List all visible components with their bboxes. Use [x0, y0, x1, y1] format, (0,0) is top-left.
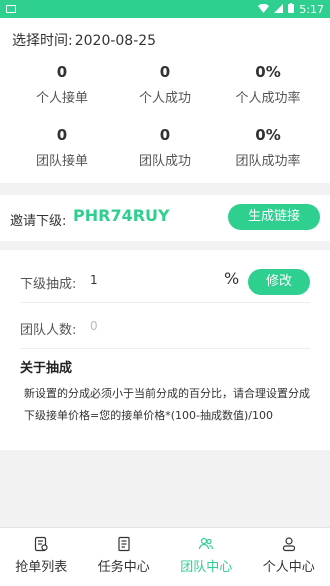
team-count-value: 0 — [90, 319, 98, 333]
tab-team-center[interactable]: 团队中心 — [165, 528, 248, 586]
commission-row: 下级抽成: 1 % 修改 — [20, 260, 310, 303]
about-commission-text: 新设置的分成必须小于当前分成的百分比，请合理设置分成 下级接单价格=您的接单价格… — [24, 386, 314, 430]
stat-label: 团队成功 — [138, 154, 191, 169]
person-icon — [282, 537, 295, 552]
stat-value: 0% — [255, 63, 281, 81]
status-bar: 5:17 — [0, 0, 330, 18]
modify-button[interactable]: 修改 — [248, 269, 310, 295]
task-document-icon — [118, 536, 130, 552]
invite-code: PHR74RUY — [73, 206, 170, 225]
invite-panel: 邀请下级: PHR74RUY 生成链接 — [0, 195, 330, 241]
commission-label: 下级抽成: — [20, 277, 77, 292]
stat-label: 个人成功 — [138, 91, 191, 106]
team-success-stat: 0 团队成功 — [115, 126, 215, 169]
tab-personal-center[interactable]: 个人中心 — [248, 528, 330, 586]
personal-orders-stat: 0 个人接单 — [12, 63, 112, 106]
date-label: 选择时间: — [12, 33, 73, 49]
stat-label: 个人成功率 — [235, 91, 301, 106]
tab-order-list[interactable]: 抢单列表 — [0, 528, 83, 586]
date-selector[interactable]: 选择时间: 2020-08-25 — [10, 30, 156, 50]
commission-input[interactable]: 1 — [90, 273, 98, 287]
team-orders-stat: 0 团队接单 — [12, 126, 112, 169]
about-line-2: 下级接单价格=您的接单价格*(100-抽成数值)/100 — [24, 409, 273, 422]
stat-value: 0 — [159, 63, 171, 81]
bottom-tab-bar: 抢单列表 任务中心 团队中心 个人中心 — [0, 527, 330, 586]
wifi-icon — [258, 3, 270, 16]
order-list-icon — [35, 536, 48, 552]
percent-sign: % — [224, 269, 240, 288]
team-success-rate-stat: 0% 团队成功率 — [218, 126, 318, 169]
stat-label: 团队成功率 — [235, 154, 301, 169]
battery-icon — [288, 2, 295, 16]
stat-value: 0 — [56, 126, 68, 144]
gallery-notification-icon — [6, 5, 16, 13]
personal-success-rate-stat: 0% 个人成功率 — [218, 63, 318, 106]
date-value: 2020-08-25 — [74, 33, 157, 49]
about-line-1: 新设置的分成必须小于当前分成的百分比，请合理设置分成 — [24, 387, 310, 400]
cell-signal-icon — [274, 3, 284, 16]
team-icon — [199, 537, 214, 550]
personal-success-stat: 0 个人成功 — [115, 63, 215, 106]
invite-label: 邀请下级: — [10, 214, 67, 229]
tab-task-center[interactable]: 任务中心 — [83, 528, 166, 586]
tab-label: 任务中心 — [97, 560, 150, 575]
stat-label: 团队接单 — [35, 154, 88, 169]
generate-link-button[interactable]: 生成链接 — [228, 204, 320, 230]
status-time: 5:17 — [299, 2, 324, 16]
commission-panel: 下级抽成: 1 % 修改 团队人数: 0 关于抽成 新设置的分成必须小于当前分成… — [0, 250, 330, 450]
tab-label: 抢单列表 — [15, 560, 68, 575]
stat-value: 0% — [255, 126, 281, 144]
about-commission-title: 关于抽成 — [20, 361, 73, 376]
tab-label: 个人中心 — [262, 560, 315, 575]
stat-label: 个人接单 — [35, 91, 88, 106]
team-count-row: 团队人数: 0 — [20, 306, 310, 349]
stat-value: 0 — [56, 63, 68, 81]
stat-value: 0 — [159, 126, 171, 144]
team-count-label: 团队人数: — [20, 323, 77, 338]
stats-panel: 选择时间: 2020-08-25 0 个人接单 0 个人成功 0% 个人成功率 0… — [0, 18, 330, 183]
tab-label: 团队中心 — [180, 560, 233, 575]
